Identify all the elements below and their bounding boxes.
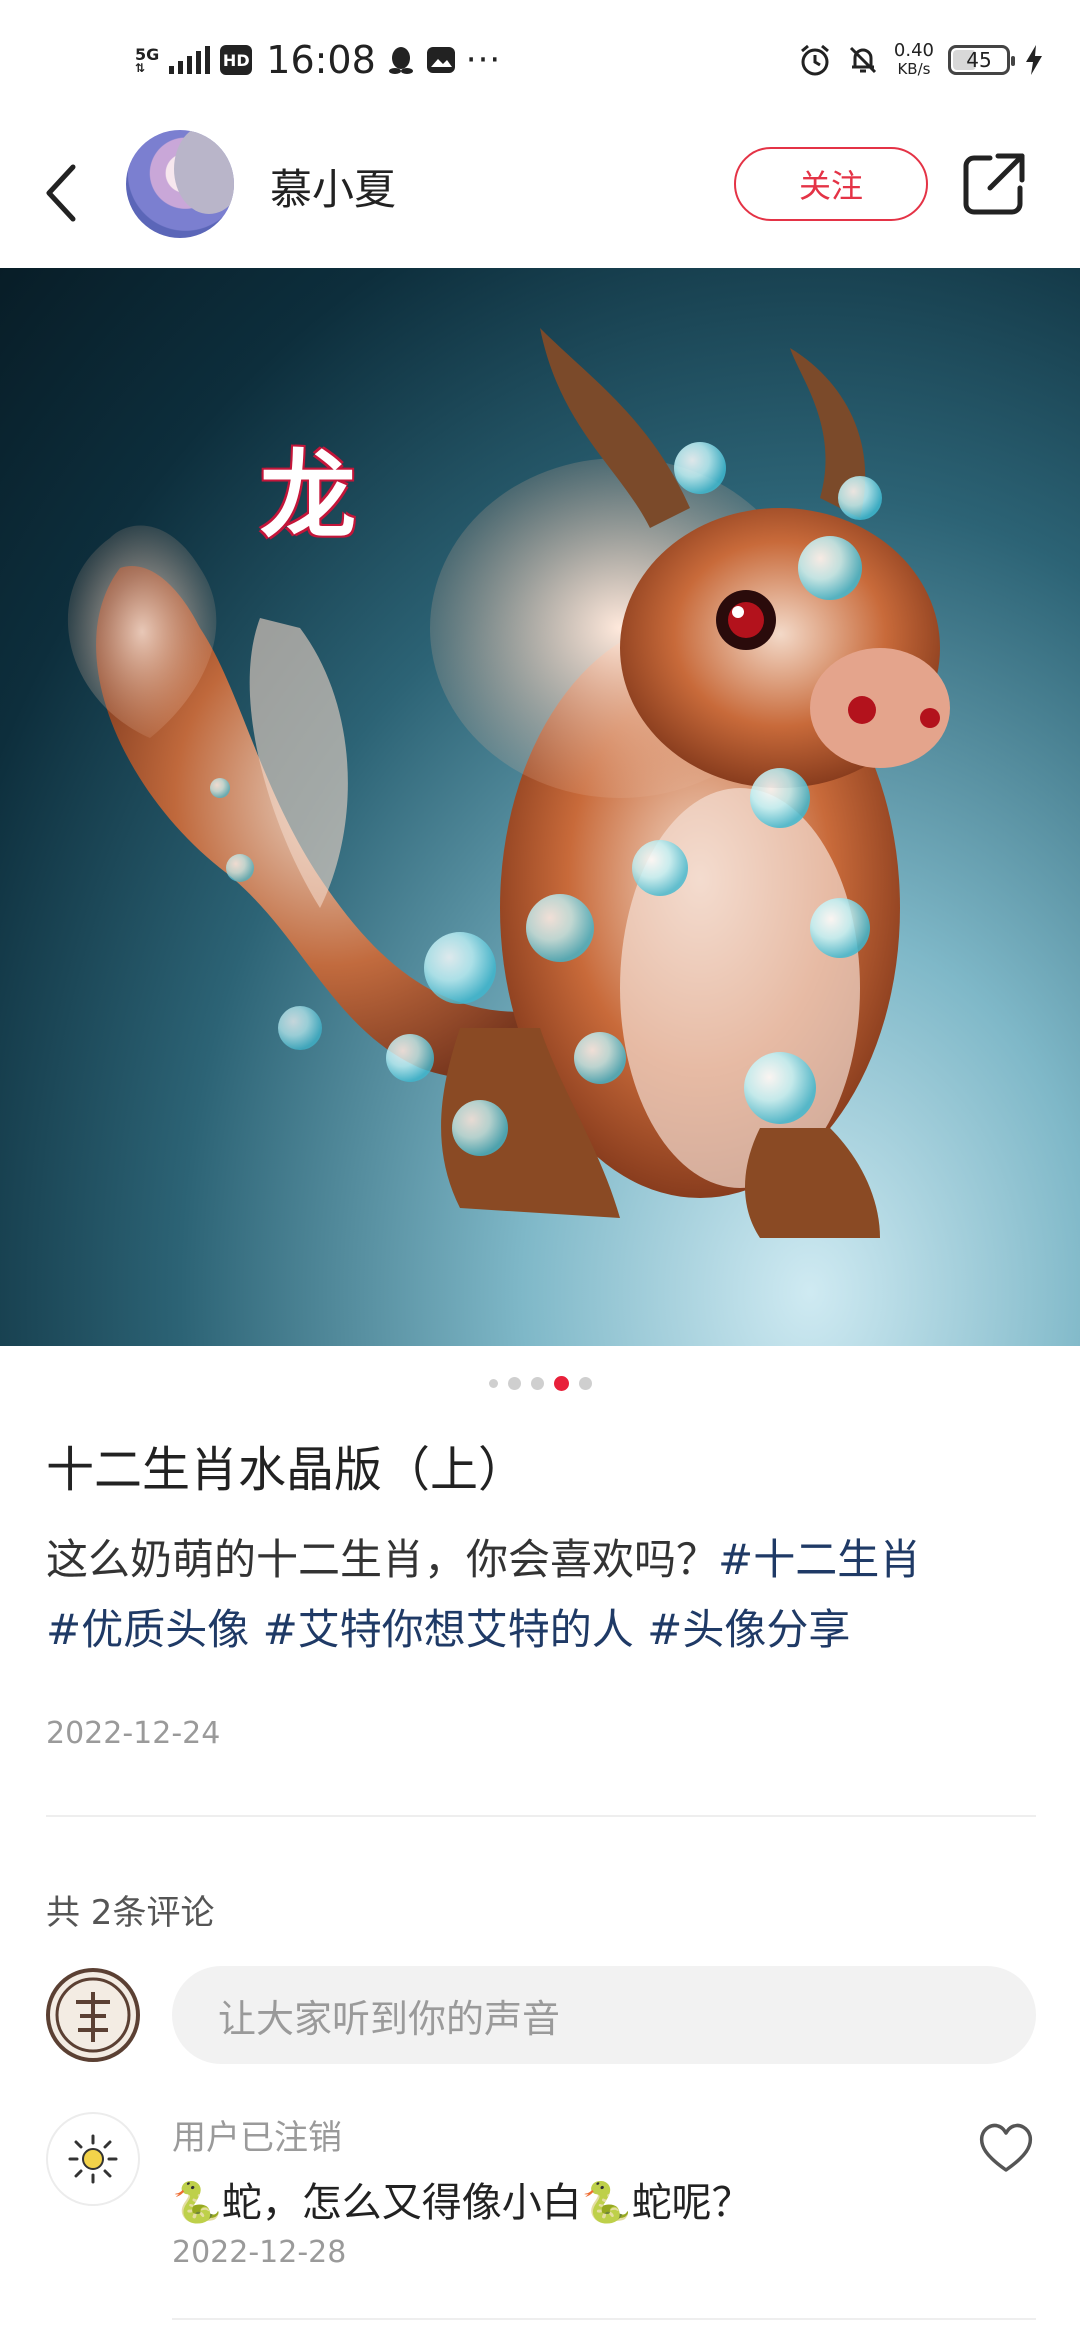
bell-off-icon	[849, 46, 876, 74]
qq-icon	[386, 45, 416, 75]
post-description: 这么奶萌的十二生肖，你会喜欢吗？#十二生肖 #优质头像 #艾特你想艾特的人 #头…	[46, 1525, 1036, 1665]
post-header: 慕小夏 关注	[0, 120, 1080, 268]
follow-button[interactable]: 关注	[734, 147, 928, 221]
like-button[interactable]	[976, 2118, 1036, 2178]
comment-date: 2022-12-28	[172, 2235, 347, 2270]
image-overlay-text: 龙	[260, 440, 356, 552]
author-avatar[interactable]	[126, 130, 234, 238]
sun-icon	[68, 2134, 118, 2184]
back-button[interactable]	[36, 158, 86, 228]
status-time: 16:08	[266, 38, 376, 82]
hashtag[interactable]: #艾特你想艾特的人	[263, 1605, 634, 1654]
comment-count: 共 2条评论	[46, 1893, 215, 1933]
page-dot-1[interactable]	[488, 1379, 498, 1388]
comment-input[interactable]: 让大家听到你的声音	[172, 1966, 1036, 2064]
network-speed: 0.40 KB/s	[893, 40, 934, 79]
page-dot-2[interactable]	[507, 1377, 521, 1390]
post-title: 十二生肖水晶版（上）	[46, 1442, 527, 1498]
author-name[interactable]: 慕小夏	[270, 156, 396, 217]
hashtag[interactable]: #优质头像	[46, 1605, 249, 1654]
my-avatar[interactable]	[46, 1968, 140, 2062]
post-date: 2022-12-24	[46, 1716, 221, 1751]
bolt-icon	[1026, 45, 1042, 75]
page-dot-5[interactable]	[578, 1377, 592, 1390]
description-text: 这么奶萌的十二生肖，你会喜欢吗？	[46, 1535, 719, 1584]
share-button[interactable]	[960, 150, 1028, 218]
alarm-icon	[800, 44, 829, 76]
hashtag[interactable]: #头像分享	[647, 1605, 850, 1654]
commenter-name[interactable]: 用户已注销	[172, 2110, 342, 2159]
commenter-avatar[interactable]	[46, 2112, 140, 2206]
more-notifications: ···	[465, 40, 502, 80]
divider	[46, 1815, 1036, 1817]
network-type: 5G ⇅	[135, 45, 160, 75]
page-dot-4-active[interactable]	[553, 1376, 569, 1391]
chevron-left-icon	[46, 164, 76, 222]
hashtag[interactable]: #十二生肖	[718, 1535, 921, 1584]
page-dot-3[interactable]	[530, 1377, 544, 1390]
signal-icon	[169, 46, 211, 74]
hd-badge: HD	[220, 45, 253, 75]
divider	[172, 2318, 1036, 2320]
comment-text: 🐍蛇，怎么又得像小白🐍蛇呢？	[172, 2180, 752, 2226]
post-image[interactable]: 龙	[0, 268, 1080, 1346]
heart-outline-icon	[979, 2123, 1033, 2172]
image-pagination	[0, 1376, 1080, 1391]
battery-icon: 45	[948, 45, 1015, 75]
gallery-icon	[426, 45, 456, 75]
share-external-icon	[963, 153, 1025, 215]
status-bar: 5G ⇅ HD 16:08 ··· 0.40 KB/s 45	[0, 0, 1080, 120]
crystal-dragon-illustration	[67, 328, 950, 1238]
